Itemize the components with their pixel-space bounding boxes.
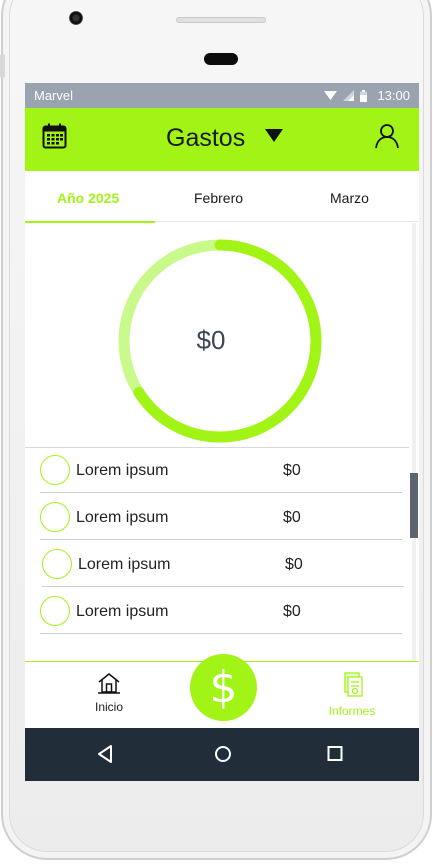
front-camera bbox=[69, 11, 83, 25]
calendar-icon[interactable] bbox=[42, 123, 67, 149]
period-tabs: Año 2025 Febrero Marzo bbox=[25, 171, 419, 223]
proximity-sensor bbox=[204, 53, 238, 65]
item-label: Lorem ipsum bbox=[76, 603, 169, 620]
item-label: Lorem ipsum bbox=[76, 462, 169, 479]
row-separator bbox=[40, 492, 402, 493]
nav-home[interactable]: Inicio bbox=[69, 672, 149, 714]
system-navigation-bar bbox=[25, 728, 419, 781]
app-screen: Marvel 13:00 Gastos Año 2025 Febrero Mar… bbox=[25, 83, 419, 781]
home-icon bbox=[98, 673, 120, 694]
list-item[interactable]: Lorem ipsum $0 bbox=[40, 448, 402, 494]
carrier-name: Marvel bbox=[34, 88, 74, 103]
row-separator bbox=[42, 586, 404, 587]
reports-icon bbox=[344, 672, 363, 697]
home-icon[interactable] bbox=[214, 745, 232, 763]
item-amount: $0 bbox=[283, 509, 301, 526]
list-item[interactable]: Lorem ipsum $0 bbox=[40, 495, 402, 541]
tabs-divider bbox=[155, 221, 419, 222]
wifi-icon bbox=[324, 91, 338, 100]
active-tab-indicator bbox=[25, 221, 155, 223]
category-circle-icon bbox=[40, 502, 70, 532]
list-item[interactable]: Lorem ipsum $0 bbox=[42, 542, 404, 588]
tab-year[interactable]: Año 2025 bbox=[57, 190, 119, 206]
tab-march[interactable]: Marzo bbox=[330, 190, 369, 206]
scrollbar-thumb[interactable] bbox=[410, 473, 418, 538]
signal-icon bbox=[343, 90, 355, 101]
list-item[interactable]: Lorem ipsum $0 bbox=[40, 589, 402, 635]
item-label: Lorem ipsum bbox=[76, 509, 169, 526]
recents-icon[interactable] bbox=[327, 745, 343, 763]
bottom-navigation: Inicio $ Informes bbox=[25, 654, 419, 728]
category-circle-icon bbox=[40, 455, 70, 485]
item-label: Lorem ipsum bbox=[78, 556, 171, 573]
tab-february[interactable]: Febrero bbox=[194, 190, 243, 206]
category-circle-icon bbox=[42, 549, 72, 579]
total-amount: $0 bbox=[196, 325, 226, 355]
status-bar: Marvel 13:00 bbox=[25, 83, 419, 108]
back-icon[interactable] bbox=[97, 745, 113, 763]
item-amount: $0 bbox=[283, 462, 301, 479]
user-icon[interactable] bbox=[374, 123, 400, 149]
nav-reports[interactable]: Informes bbox=[312, 672, 392, 718]
earpiece-speaker bbox=[176, 17, 266, 23]
side-button bbox=[0, 54, 5, 78]
app-bar: Gastos bbox=[25, 108, 419, 171]
nav-home-label: Inicio bbox=[94, 700, 123, 714]
row-separator bbox=[40, 539, 402, 540]
screen-title[interactable]: Gastos bbox=[166, 124, 245, 153]
item-amount: $0 bbox=[285, 556, 303, 573]
status-time: 13:00 bbox=[377, 88, 410, 103]
scrollbar[interactable] bbox=[409, 223, 419, 728]
expense-ring-chart: $0 bbox=[116, 229, 326, 449]
caret-down-icon[interactable] bbox=[265, 129, 283, 143]
category-circle-icon bbox=[40, 596, 70, 626]
nav-reports-label: Informes bbox=[328, 704, 376, 718]
battery-icon bbox=[360, 89, 368, 102]
item-amount: $0 bbox=[283, 603, 301, 620]
row-separator bbox=[40, 633, 402, 634]
add-expense-button[interactable]: $ bbox=[190, 654, 257, 721]
